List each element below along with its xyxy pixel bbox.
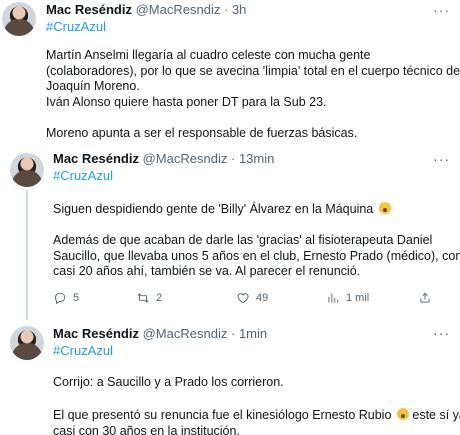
text-line: [46, 110, 460, 126]
text-line: El que presentó su renuncia fue el kines…: [53, 408, 460, 424]
author-handle[interactable]: @MacResndiz: [143, 151, 228, 166]
separator: ·: [230, 326, 236, 341]
tweet-header: Mac Reséndiz @MacResndiz · 13min: [53, 151, 274, 167]
text-line: Saucillo, que llevaba unos 5 años en el …: [53, 248, 460, 263]
tweet-actions: 5 2 49 1 mil: [0, 291, 460, 307]
author-name[interactable]: Mac Reséndiz: [53, 326, 139, 341]
author-name[interactable]: Mac Reséndiz: [53, 151, 139, 166]
text-line: Siguen despidiendo gente de 'Billy' Álva…: [53, 202, 460, 218]
more-options-icon[interactable]: ···: [433, 3, 450, 17]
text-line: Martín Anselmi llegaría al cuadro celest…: [46, 48, 371, 62]
reply-count: 5: [73, 292, 80, 304]
retweet-icon: [137, 293, 149, 303]
tweet-2[interactable]: Mac Reséndiz @MacResndiz · 13min ··· #Cr…: [0, 150, 460, 320]
text-line: (colaboradores), por lo que se avecina '…: [46, 63, 460, 78]
more-options-icon[interactable]: ···: [433, 326, 450, 340]
tweet-3[interactable]: Mac Reséndiz @MacResndiz · 1min ··· #Cru…: [0, 318, 460, 435]
hashtag-link[interactable]: #CruzAzul: [53, 343, 113, 359]
surprised-face-icon: [396, 408, 409, 420]
avatar[interactable]: [2, 2, 36, 36]
timestamp[interactable]: 13min: [239, 151, 274, 166]
tweet-text: Martín Anselmi llegaría al cuadro celest…: [46, 48, 460, 141]
text-line: Joaquín Moreno.: [46, 79, 140, 93]
tweet-text: Corrijo: a Saucillo y a Prado los corrie…: [53, 375, 460, 435]
text-line: casi 20 años ahí, también se va. Al pare…: [53, 264, 361, 278]
retweet-count: 2: [156, 292, 163, 304]
separator: ·: [230, 151, 236, 166]
tweet-header: Mac Reséndiz @MacResndiz · 1min: [53, 326, 267, 342]
author-name[interactable]: Mac Reséndiz: [46, 2, 132, 17]
reply-button[interactable]: 5: [53, 291, 79, 305]
avatar[interactable]: [10, 153, 44, 187]
share-button[interactable]: [418, 291, 432, 305]
worried-face-icon: [378, 202, 391, 214]
views-button[interactable]: 1 mil: [326, 291, 369, 305]
text-line-content: El que presentó su renuncia fue el kines…: [53, 408, 392, 422]
timestamp[interactable]: 3h: [232, 2, 246, 17]
separator: ·: [223, 2, 229, 17]
more-options-icon[interactable]: ···: [433, 152, 450, 166]
avatar[interactable]: [10, 326, 44, 360]
timestamp[interactable]: 1min: [239, 326, 267, 341]
view-count: 1 mil: [346, 292, 370, 304]
share-icon: [420, 292, 430, 303]
hashtag-link[interactable]: #CruzAzul: [53, 168, 113, 184]
text-line-content: Siguen despidiendo gente de 'Billy' Álva…: [53, 202, 374, 216]
tweet-header: Mac Reséndiz @MacResndiz · 3h: [46, 2, 246, 18]
author-handle[interactable]: @MacResndiz: [143, 326, 228, 341]
views-icon: [328, 293, 339, 303]
text-line: Moreno apunta a ser el responsable de fu…: [46, 125, 358, 140]
text-line: casi con 30 años en la institución.: [53, 423, 240, 435]
like-count: 49: [256, 292, 269, 304]
text-line-content: este sí ya: [412, 408, 460, 422]
text-line: Corrijo: a Saucillo y a Prado los corrie…: [53, 375, 284, 389]
heart-icon: [237, 293, 249, 304]
text-line: Iván Alonso quiere hasta poner DT para l…: [46, 94, 327, 109]
tweet-1[interactable]: Mac Reséndiz @MacResndiz · 3h ··· #CruzA…: [0, 0, 460, 150]
author-handle[interactable]: @MacResndiz: [136, 2, 221, 17]
tweet-text: Siguen despidiendo gente de 'Billy' Álva…: [53, 202, 460, 280]
like-button[interactable]: 49: [236, 291, 268, 305]
text-line: Además de que acaban de darle las 'graci…: [53, 233, 433, 247]
hashtag-link[interactable]: #CruzAzul: [46, 19, 106, 35]
reply-icon: [54, 292, 66, 305]
retweet-button[interactable]: 2: [136, 291, 162, 305]
